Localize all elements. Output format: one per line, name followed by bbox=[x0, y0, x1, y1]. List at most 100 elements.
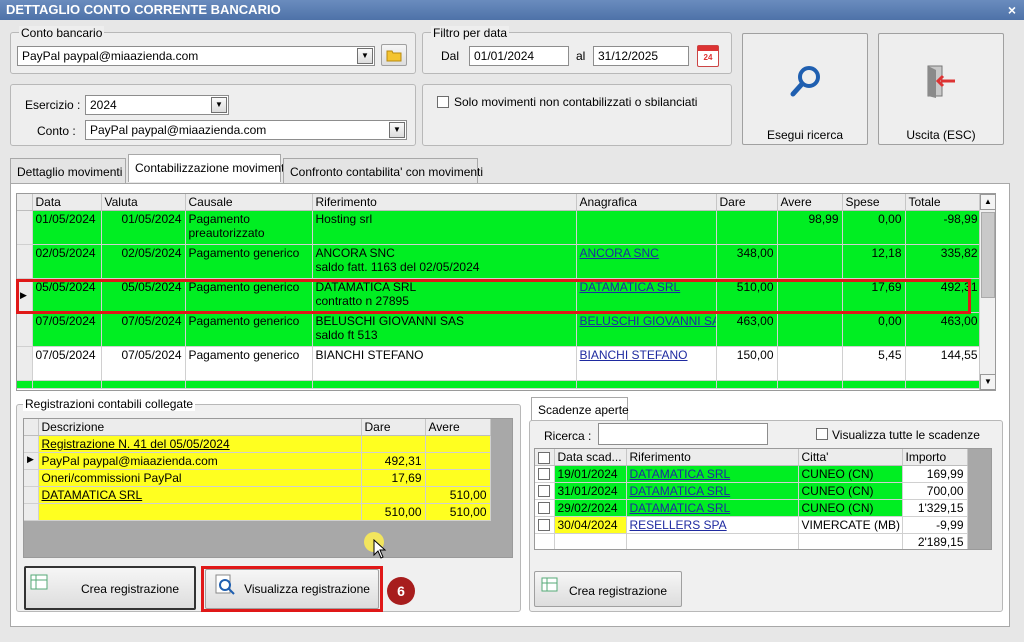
row-indicator: ▶ bbox=[24, 452, 39, 470]
cell-importo: -9,99 bbox=[902, 516, 968, 534]
cell-scad-riferimento[interactable]: DATAMATICA SRL bbox=[626, 499, 799, 517]
scadenza-checkbox[interactable] bbox=[538, 519, 550, 532]
anagrafica-link[interactable]: BIANCHI STEFANO bbox=[580, 348, 688, 362]
registrazione-row[interactable]: ▶ PayPal paypal@miaazienda.com 492,31 bbox=[24, 452, 491, 470]
col-valuta[interactable]: Valuta bbox=[101, 194, 186, 211]
exit-door-icon bbox=[927, 65, 955, 98]
scroll-thumb[interactable] bbox=[981, 212, 995, 298]
col-causale[interactable]: Causale bbox=[185, 194, 313, 211]
esegui-ricerca-button[interactable]: Esegui ricerca bbox=[742, 33, 868, 145]
scad-riferimento-link[interactable]: DATAMATICA SRL bbox=[630, 484, 731, 498]
close-icon[interactable]: × bbox=[1008, 0, 1016, 20]
conto-folder-button[interactable] bbox=[381, 44, 407, 66]
row-indicator bbox=[17, 210, 33, 245]
cell-causale: Pagamento generico bbox=[185, 346, 313, 381]
movement-row[interactable]: 02/05/2024 02/05/2024 Pagamento generico AN… bbox=[17, 244, 982, 279]
cell-data-scadenza: 29/02/2024 bbox=[554, 499, 627, 517]
calendar-icon[interactable]: 24 bbox=[697, 45, 719, 67]
cell-descrizione[interactable]: Registrazione N. 41 del 05/05/2024 bbox=[38, 435, 362, 453]
select-all-checkbox[interactable] bbox=[538, 451, 550, 464]
solo-movimenti-label: Solo movimenti non contabilizzati o sbil… bbox=[454, 95, 698, 109]
col-riferimento[interactable]: Riferimento bbox=[312, 194, 577, 211]
movement-row[interactable]: 07/05/2024 07/05/2024 Pagamento generico BI… bbox=[17, 346, 982, 381]
visualizza-tutte-checkbox[interactable] bbox=[816, 428, 828, 440]
solo-movimenti-checkbox[interactable] bbox=[437, 96, 449, 108]
scad-riferimento-link[interactable]: RESELLERS SPA bbox=[630, 518, 727, 532]
col-reg-dare[interactable]: Dare bbox=[361, 419, 426, 436]
cell-scad-riferimento[interactable]: DATAMATICA SRL bbox=[626, 465, 799, 483]
chevron-down-icon[interactable]: ▼ bbox=[389, 122, 405, 138]
ricerca-input[interactable] bbox=[598, 423, 768, 445]
col-data[interactable]: Data bbox=[32, 194, 102, 211]
crea-registrazione-right-button[interactable]: Crea registrazione bbox=[534, 571, 682, 607]
col-citta[interactable]: Citta' bbox=[798, 449, 903, 466]
cell-causale-line1: Pagamento generico bbox=[188, 313, 300, 328]
scadenza-checkbox[interactable] bbox=[538, 468, 550, 481]
col-dare[interactable]: Dare bbox=[716, 194, 778, 211]
scadenza-select-cell[interactable] bbox=[535, 465, 555, 483]
col-scad-riferimento[interactable]: Riferimento bbox=[626, 449, 799, 466]
al-input[interactable]: 31/12/2025 bbox=[593, 46, 689, 66]
cell-anagrafica[interactable]: ANCORA SNC bbox=[576, 244, 717, 279]
cell-scad-riferimento[interactable]: DATAMATICA SRL bbox=[626, 482, 799, 500]
scad-riferimento-link[interactable]: DATAMATICA SRL bbox=[630, 501, 731, 515]
registrazione-row[interactable]: 510,00 510,00 bbox=[24, 503, 491, 521]
anagrafica-link[interactable]: BELUSCHI GIOVANNI SAS bbox=[580, 314, 716, 328]
cell-anagrafica[interactable]: DATAMATICA SRL bbox=[576, 278, 717, 313]
uscita-button[interactable]: Uscita (ESC) bbox=[878, 33, 1004, 145]
registrazione-row[interactable]: Oneri/commissioni PayPal 17,69 bbox=[24, 469, 491, 487]
scadenza-select-cell[interactable] bbox=[535, 499, 555, 517]
cell-totale: -98,99 bbox=[905, 210, 982, 245]
dal-label: Dal bbox=[441, 49, 460, 63]
descrizione-link[interactable]: DATAMATICA SRL bbox=[42, 488, 143, 502]
scadenza-select-cell[interactable] bbox=[535, 482, 555, 500]
cell-anagrafica[interactable]: BIANCHI STEFANO bbox=[576, 346, 717, 381]
scadenza-row[interactable]: 19/01/2024 DATAMATICA SRL CUNEO (CN) 169,99 bbox=[535, 465, 968, 483]
anagrafica-link[interactable]: ANCORA SNC bbox=[580, 246, 659, 260]
anagrafica-link[interactable]: DATAMATICA SRL bbox=[580, 280, 681, 294]
scad-riferimento-link[interactable]: DATAMATICA SRL bbox=[630, 467, 731, 481]
col-data-scadenza[interactable]: Data scad... bbox=[554, 449, 627, 466]
select-all-header[interactable] bbox=[535, 449, 555, 466]
scadenza-row[interactable]: 30/04/2024 RESELLERS SPA VIMERCATE (MB) -9,… bbox=[535, 516, 968, 534]
tab-contabilizzazione-movimenti[interactable]: Contabilizzazione movimenti bbox=[128, 154, 287, 182]
col-avere[interactable]: Avere bbox=[777, 194, 843, 211]
esercizio-select[interactable]: 2024 ▼ bbox=[85, 95, 229, 115]
col-descrizione[interactable]: Descrizione bbox=[38, 419, 362, 436]
col-totale[interactable]: Totale bbox=[905, 194, 982, 211]
crea-registrazione-left-button[interactable]: Crea registrazione bbox=[24, 566, 196, 610]
dal-input[interactable]: 01/01/2024 bbox=[469, 46, 569, 66]
conto-bancario-select[interactable]: PayPal paypal@miaazienda.com ▼ bbox=[17, 46, 375, 66]
tab-confronto-contabilita[interactable]: Confronto contabilita' con movimenti bbox=[283, 158, 483, 184]
cell-anagrafica[interactable]: BELUSCHI GIOVANNI SAS bbox=[576, 312, 717, 347]
movement-row[interactable]: 01/05/2024 01/05/2024 Pagamento preautorizz… bbox=[17, 210, 982, 245]
scadenza-row[interactable]: 29/02/2024 DATAMATICA SRL CUNEO (CN) 1'329,… bbox=[535, 499, 968, 517]
scadenza-checkbox[interactable] bbox=[538, 485, 550, 498]
col-anagrafica[interactable]: Anagrafica bbox=[576, 194, 717, 211]
col-reg-avere[interactable]: Avere bbox=[425, 419, 491, 436]
cell-scad-riferimento[interactable]: RESELLERS SPA bbox=[626, 516, 799, 534]
registrazione-row[interactable]: Registrazione N. 41 del 05/05/2024 bbox=[24, 435, 491, 453]
visualizza-registrazione-button[interactable]: Visualizza registrazione bbox=[205, 569, 379, 609]
movement-row[interactable]: ▶ 05/05/2024 05/05/2024 Pagamento generico D… bbox=[17, 278, 982, 313]
tab-scadenze-aperte[interactable]: Scadenze aperte bbox=[531, 397, 629, 421]
movement-row[interactable]: 07/05/2024 07/05/2024 Pagamento generico BE… bbox=[17, 312, 982, 347]
scadenza-select-cell[interactable] bbox=[535, 516, 555, 534]
conto-select[interactable]: PayPal paypal@miaazienda.com ▼ bbox=[85, 120, 407, 140]
scroll-down-icon[interactable]: ▼ bbox=[980, 374, 995, 390]
cell-reg-avere bbox=[425, 469, 491, 487]
scadenza-checkbox[interactable] bbox=[538, 502, 550, 515]
descrizione-link[interactable]: Registrazione N. 41 del 05/05/2024 bbox=[42, 437, 230, 451]
tab-dettaglio-movimenti[interactable]: Dettaglio movimenti bbox=[10, 158, 126, 184]
col-spese[interactable]: Spese bbox=[842, 194, 906, 211]
col-importo[interactable]: Importo bbox=[902, 449, 968, 466]
scadenza-row[interactable]: 31/01/2024 DATAMATICA SRL CUNEO (CN) 700,00 bbox=[535, 482, 968, 500]
chevron-down-icon[interactable]: ▼ bbox=[357, 48, 373, 64]
scroll-up-icon[interactable]: ▲ bbox=[980, 194, 995, 210]
registrazione-row[interactable]: DATAMATICA SRL 510,00 bbox=[24, 486, 491, 504]
chevron-down-icon[interactable]: ▼ bbox=[211, 97, 227, 113]
cell-riferimento: BIANCHI STEFANO bbox=[312, 346, 577, 381]
cell-anagrafica[interactable] bbox=[576, 210, 717, 245]
cell-descrizione[interactable]: DATAMATICA SRL bbox=[38, 486, 362, 504]
movimenti-scrollbar[interactable]: ▲ ▼ bbox=[979, 194, 995, 390]
